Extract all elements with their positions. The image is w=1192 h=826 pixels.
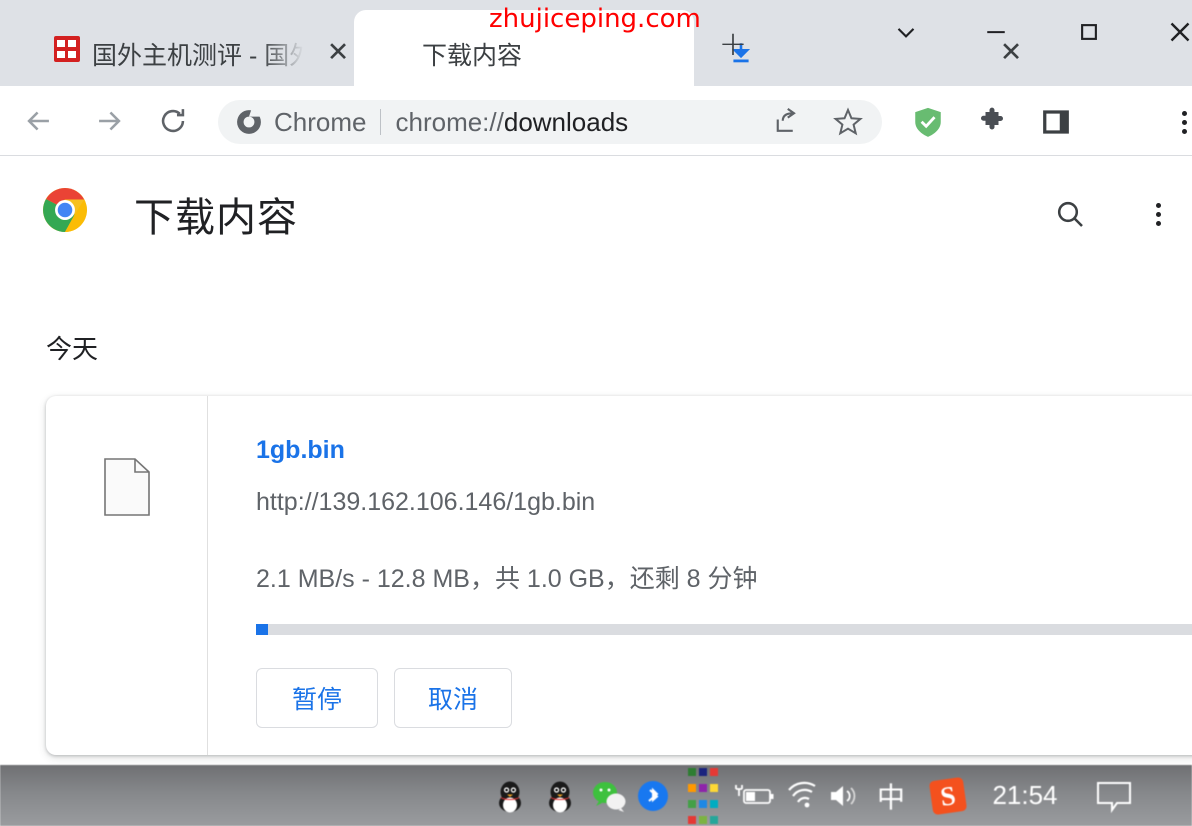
tab-search-button[interactable] — [878, 6, 934, 58]
share-icon — [776, 108, 796, 132]
search-downloads-button[interactable] — [1048, 192, 1092, 236]
qq-icon-2[interactable] — [540, 765, 580, 826]
browser-menu-button[interactable] — [1162, 100, 1192, 144]
sogou-logo: S — [928, 776, 968, 815]
cancel-button[interactable]: 取消 — [394, 668, 512, 728]
wechat-icon[interactable] — [588, 765, 630, 826]
close-icon — [1170, 22, 1190, 42]
side-panel-button[interactable] — [1034, 100, 1078, 144]
browser-toolbar: Chrome chrome://downloads — [0, 86, 1192, 226]
download-status-text: 2.1 MB/s - 12.8 MB，共 1.0 GB，还剩 8 分钟 — [256, 565, 758, 593]
adguard-shield-icon — [915, 107, 941, 137]
back-button[interactable] — [16, 98, 62, 144]
menu-dot — [1181, 110, 1187, 116]
omnibox-url-scheme: chrome:// — [395, 106, 504, 137]
extensions-button[interactable] — [970, 100, 1014, 144]
new-tab-button[interactable]: + — [718, 27, 748, 61]
chrome-logo-icon — [42, 187, 88, 233]
adguard-button[interactable] — [906, 100, 950, 144]
qq-icon[interactable] — [490, 765, 530, 826]
download-progress-bar — [256, 624, 1192, 635]
battery-charging-icon[interactable] — [730, 765, 776, 826]
reload-icon — [161, 109, 185, 133]
minimize-icon — [987, 31, 1005, 34]
tab-guowaizhuji[interactable]: 国外主机测评 - 国外 ✕ — [18, 10, 354, 86]
reload-button[interactable] — [150, 98, 196, 144]
downloads-menu-button[interactable] — [1136, 192, 1180, 236]
share-button[interactable] — [762, 100, 806, 144]
omnibox-chip-label: Chrome — [274, 106, 367, 137]
action-center-icon — [1097, 781, 1131, 813]
omnibox-divider — [380, 109, 382, 135]
wifi-icon-glyph — [788, 781, 816, 807]
downloads-page: 下载内容 今天 zhujiceping.com 1gb.bin http://1… — [0, 4, 1192, 765]
extensions-puzzle-icon — [981, 107, 1003, 130]
windows-taskbar: 中 S 21:54 — [0, 765, 1192, 826]
forward-arrow-icon — [99, 111, 121, 131]
omnibox-url-path: downloads — [503, 106, 629, 137]
minimize-button[interactable] — [968, 6, 1024, 58]
date-group-header: 今天 — [46, 334, 99, 364]
volume-icon[interactable] — [824, 765, 864, 826]
bookmark-star-icon — [833, 107, 863, 136]
close-button[interactable] — [1152, 6, 1192, 58]
speaker-icon-glyph — [831, 785, 856, 806]
download-source-url: http://139.162.106.146/1gb.bin — [256, 488, 596, 516]
tab-title: 下载内容 — [422, 42, 523, 70]
menu-dot — [1155, 211, 1161, 217]
download-icon-cell — [46, 396, 208, 755]
menu-dot — [1181, 119, 1187, 125]
bluetooth-icon[interactable] — [635, 765, 671, 826]
menu-dot — [1155, 202, 1161, 208]
back-arrow-icon — [27, 111, 49, 131]
bookmark-button[interactable] — [826, 100, 870, 144]
bluetooth-icon-glyph — [638, 780, 668, 811]
side-panel-icon — [1043, 110, 1069, 134]
qq-penguin-icon — [499, 781, 521, 812]
forward-button[interactable] — [86, 98, 132, 144]
wechat-icon-glyph — [593, 781, 626, 812]
pause-button[interactable]: 暂停 — [256, 668, 378, 728]
qq-penguin-icon — [549, 781, 571, 812]
page-title: 下载内容 — [134, 196, 298, 240]
color-grid-icon[interactable] — [686, 765, 720, 826]
watermark-text: zhujiceping.com — [489, 4, 701, 34]
menu-dot — [1155, 220, 1161, 226]
search-icon — [1057, 201, 1083, 227]
notification-icon[interactable] — [1090, 765, 1138, 826]
chrome-chip-icon — [237, 110, 261, 134]
ime-chinese-icon[interactable]: 中 — [872, 765, 910, 826]
site-favicon — [54, 36, 80, 62]
chevron-down-icon — [897, 28, 915, 38]
tab-title: 国外主机测评 - 国外 — [92, 42, 304, 70]
tab-close-button[interactable]: ✕ — [325, 39, 351, 66]
maximize-icon — [1081, 24, 1097, 40]
taskbar-clock[interactable]: 21:54 — [975, 765, 1075, 826]
battery-icon-glyph — [735, 784, 774, 804]
maximize-button[interactable] — [1061, 6, 1117, 58]
sogou-input-icon[interactable]: S — [928, 765, 968, 826]
generic-file-icon — [104, 458, 150, 516]
wifi-icon[interactable] — [782, 765, 822, 826]
browser-window: 国外主机测评 - 国外 ✕ 下载内容 ✕ + Chrome chrome://d… — [0, 0, 1192, 826]
download-progress-fill — [256, 624, 269, 635]
download-filename-link[interactable]: 1gb.bin — [256, 436, 345, 465]
menu-dot — [1181, 128, 1187, 134]
omnibox-url: chrome://downloads — [395, 107, 628, 138]
